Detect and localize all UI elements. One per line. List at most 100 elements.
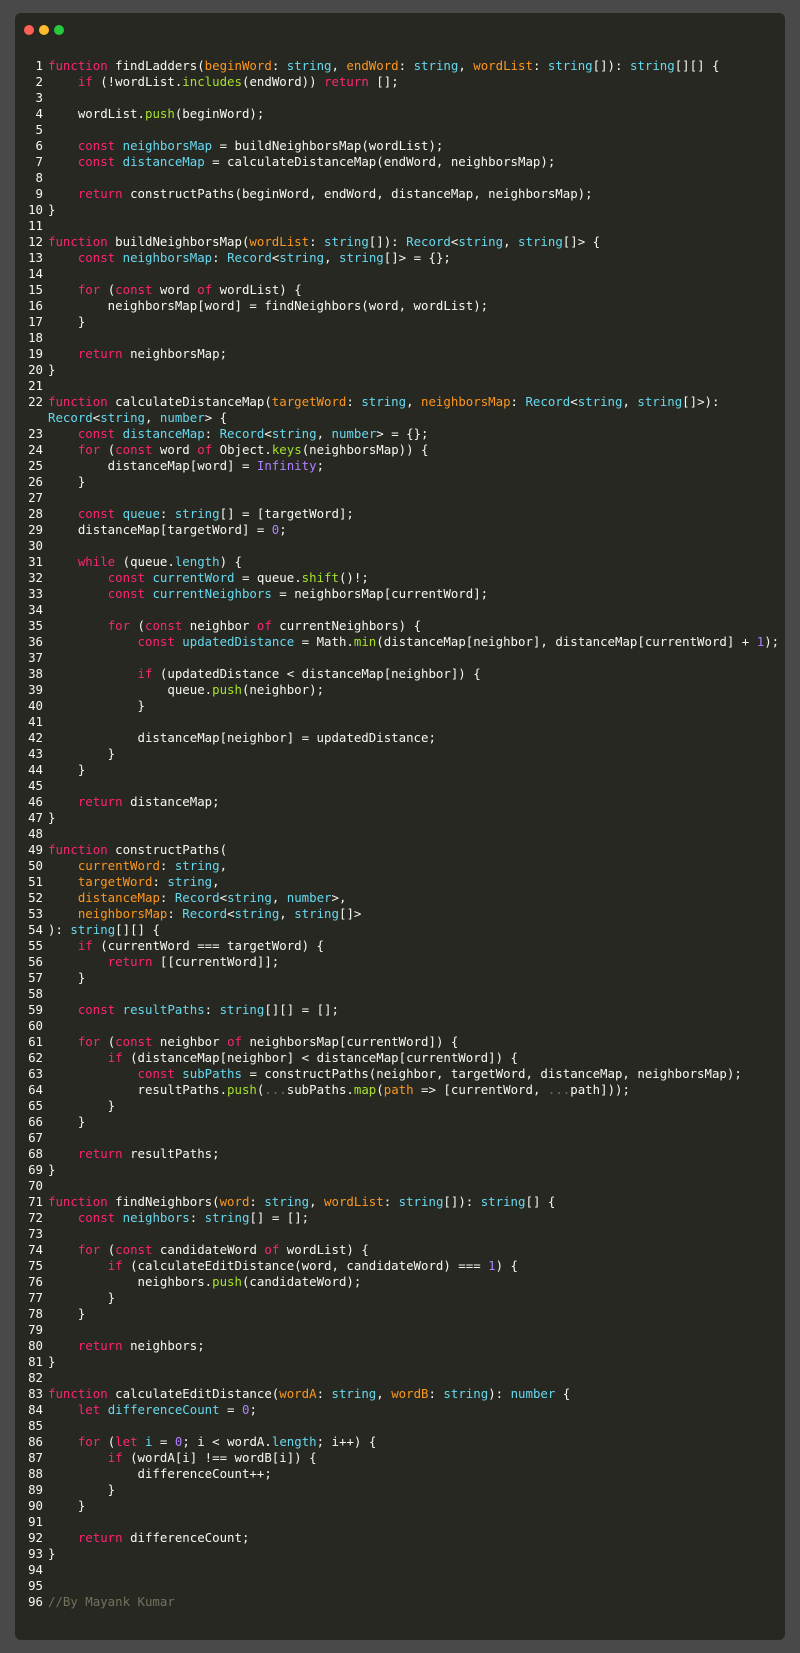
code-line: 90 } xyxy=(15,1498,785,1514)
code-token: currentNeighbors xyxy=(152,586,272,601)
code-token: wordList. xyxy=(48,106,145,121)
code-line: 47} xyxy=(15,810,785,826)
line-number: 72 xyxy=(28,1210,43,1225)
code-text: if (currentWord === targetWord) { xyxy=(15,938,785,954)
code-token: string xyxy=(324,234,369,249)
code-line: 66 } xyxy=(15,1114,785,1130)
code-token: calculateEditDistance( xyxy=(115,1386,280,1401)
code-line: 36 const updatedDistance = Math.min(dist… xyxy=(15,634,785,650)
code-token: length xyxy=(174,554,220,569)
code-text: ​ xyxy=(15,714,785,730)
line-number: 30 xyxy=(28,538,43,553)
maximize-button[interactable] xyxy=(54,25,64,35)
code-token: path])); xyxy=(570,1082,630,1097)
line-number: 46 xyxy=(28,794,43,809)
line-number: 11 xyxy=(28,218,43,233)
code-line: 69} xyxy=(15,1162,785,1178)
code-text: } xyxy=(15,1114,785,1130)
code-token: includes xyxy=(182,74,242,89)
code-line: 19 return neighborsMap; xyxy=(15,346,785,362)
code-token: return xyxy=(77,346,123,361)
code-token: const xyxy=(115,1242,153,1257)
code-token: number xyxy=(286,890,332,905)
line-number: 95 xyxy=(28,1578,43,1593)
line-number: 74 xyxy=(28,1242,43,1257)
code-token: : xyxy=(309,234,325,249)
code-text: return differenceCount; xyxy=(15,1530,785,1546)
line-number: 79 xyxy=(28,1322,43,1337)
code-line: 62 if (distanceMap[neighbor] < distanceM… xyxy=(15,1050,785,1066)
line-number: 48 xyxy=(28,826,43,841)
code-text: ​ xyxy=(15,490,785,506)
code-token: function xyxy=(48,1194,116,1209)
close-button[interactable] xyxy=(24,25,34,35)
code-text: const queue: string[] = [targetWord]; xyxy=(15,506,785,522)
code-token: const xyxy=(137,1066,183,1081)
code-token: ) { xyxy=(495,1258,518,1273)
code-editor[interactable]: 1 function findLadders(beginWord: string,… xyxy=(15,58,785,1610)
code-text: const neighborsMap = buildNeighborsMap(w… xyxy=(15,138,785,154)
code-token: , xyxy=(145,410,160,425)
code-line: 68 return resultPaths; xyxy=(15,1146,785,1162)
line-number: 15 xyxy=(28,282,43,297)
code-token: Record xyxy=(406,234,451,249)
code-line: 45​ xyxy=(15,778,785,794)
code-token: neighborsMap[currentWord]) { xyxy=(242,1034,459,1049)
code-token: []): xyxy=(443,1194,481,1209)
code-text: distanceMap[word] = Infinity; xyxy=(15,458,785,474)
code-text: ​ xyxy=(15,1178,785,1194)
code-text: const subPaths = constructPaths(neighbor… xyxy=(15,1066,785,1082)
code-line: 28 const queue: string[] = [targetWord]; xyxy=(15,506,785,522)
code-token: ( xyxy=(100,282,116,297)
line-number: 90 xyxy=(28,1498,43,1513)
code-token: string xyxy=(458,234,504,249)
code-text: } xyxy=(15,362,785,378)
line-number: 23 xyxy=(28,426,43,441)
code-token: function xyxy=(48,234,116,249)
code-token: (neighborsMap)) { xyxy=(301,442,429,457)
code-line: 18​ xyxy=(15,330,785,346)
code-token: string xyxy=(264,1194,310,1209)
code-token: if xyxy=(77,938,93,953)
code-line: 6 const neighborsMap = buildNeighborsMap… xyxy=(15,138,785,154)
code-token: neighborsMap; xyxy=(122,346,228,361)
code-token: if xyxy=(107,1258,123,1273)
line-number: 5 xyxy=(35,122,43,137)
code-text: neighborsMap: Record<string, string[]> xyxy=(15,906,785,922)
minimize-button[interactable] xyxy=(39,25,49,35)
code-token: } xyxy=(48,1098,116,1113)
line-number: 17 xyxy=(28,314,43,329)
code-text: for (const word of Object.keys(neighbors… xyxy=(15,442,785,458)
code-token: for xyxy=(77,282,101,297)
line-number: 50 xyxy=(28,858,43,873)
code-token: } xyxy=(48,1290,116,1305)
code-token: ; i++) { xyxy=(316,1434,377,1449)
code-token: Infinity xyxy=(256,458,317,473)
code-token: string xyxy=(294,906,339,921)
code-token: string xyxy=(167,874,213,889)
code-line: 51 targetWord: string, xyxy=(15,874,785,890)
code-token: let xyxy=(77,1402,108,1417)
code-token: (!wordList. xyxy=(92,74,183,89)
code-token: return xyxy=(77,1338,123,1353)
code-token: while xyxy=(77,554,116,569)
code-line: 20} xyxy=(15,362,785,378)
code-token: push xyxy=(144,106,175,121)
code-token: , xyxy=(324,250,339,265)
code-token: word xyxy=(219,1194,250,1209)
code-token: number xyxy=(159,410,205,425)
line-number: 59 xyxy=(28,1002,43,1017)
code-line: 59 const resultPaths: string[][] = []; xyxy=(15,1002,785,1018)
code-token: (beginWord); xyxy=(174,106,265,121)
line-number: 26 xyxy=(28,474,43,489)
code-token: function xyxy=(48,58,116,73)
code-text: ​ xyxy=(15,1514,785,1530)
code-token: , xyxy=(212,874,220,889)
code-token: (distanceMap[neighbor] < distanceMap[cur… xyxy=(122,1050,518,1065)
code-token: const xyxy=(77,426,123,441)
